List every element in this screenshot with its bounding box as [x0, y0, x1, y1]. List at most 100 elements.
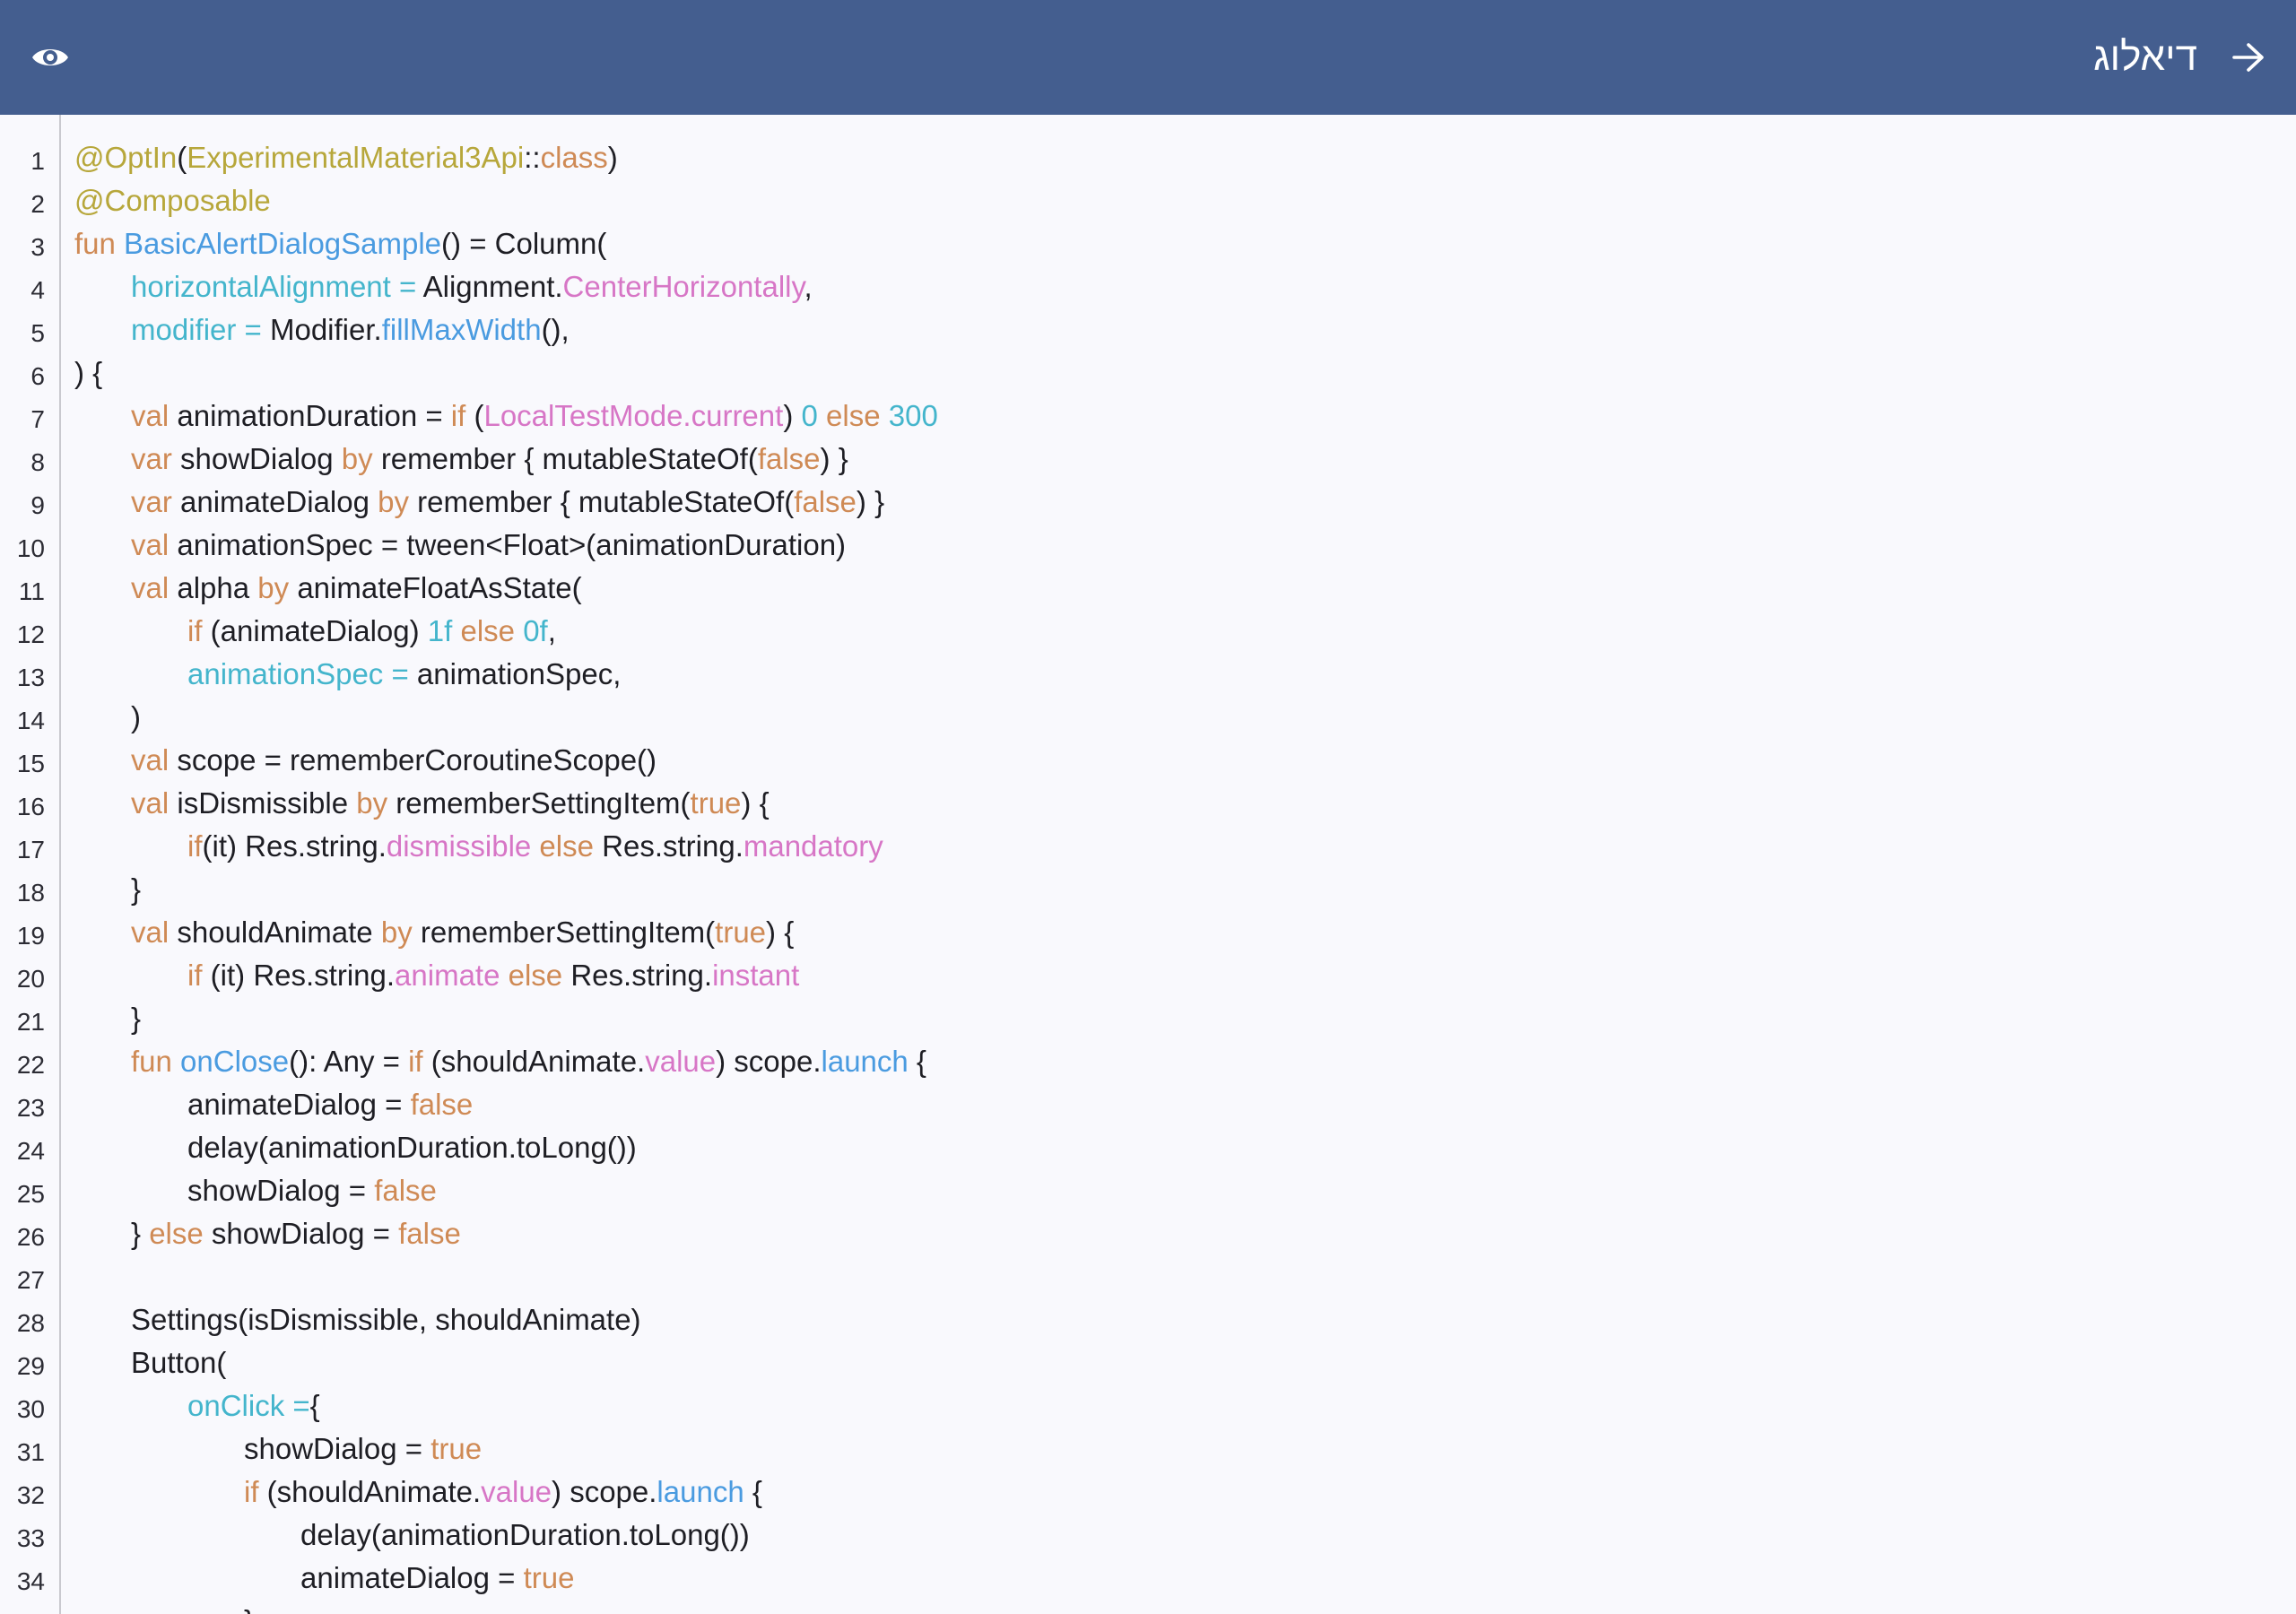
- page-title: דיאלוג: [2093, 35, 2197, 79]
- code-line: 8 var showDialog by remember { mutableSta…: [0, 438, 2296, 481]
- line-number: 13: [16, 664, 45, 691]
- code-text: ) {: [74, 351, 102, 395]
- code-text: showDialog = false: [187, 1169, 437, 1212]
- code-token: onClose: [180, 1045, 290, 1078]
- line-number: 8: [30, 448, 45, 476]
- code-token: dismissible: [386, 829, 540, 863]
- code-token: val: [131, 571, 178, 604]
- line-number: 34: [16, 1567, 45, 1595]
- code-token: val: [131, 399, 178, 432]
- code-token: (shouldAnimate.: [266, 1475, 482, 1508]
- code-token: ,: [804, 270, 813, 303]
- code-text: val alpha by animateFloatAsState(: [131, 567, 582, 610]
- line-number: 18: [16, 879, 45, 907]
- code-line: 1 @OptIn(ExperimentalMaterial3Api::class): [0, 136, 2296, 179]
- code-text: showDialog = true: [244, 1427, 482, 1471]
- line-number: 19: [16, 922, 45, 950]
- code-token: ) {: [74, 356, 103, 389]
- code-text: if (shouldAnimate.value) scope.launch {: [244, 1471, 762, 1514]
- code-token: (shouldAnimate.: [430, 1045, 646, 1078]
- line-number: 21: [16, 1008, 45, 1036]
- code-token: if: [450, 399, 474, 432]
- code-token: by: [356, 786, 396, 820]
- code-token: ): [783, 399, 802, 432]
- code-text: Settings(isDismissible, shouldAnimate): [131, 1298, 641, 1341]
- line-number: 20: [16, 965, 45, 993]
- code-token: false: [374, 1174, 437, 1207]
- code-token: fun: [74, 227, 125, 260]
- code-token: CenterHorizontally: [562, 270, 804, 303]
- code-line: 15 val scope = rememberCoroutineScope(): [0, 739, 2296, 782]
- code-token: @OptIn: [74, 141, 178, 174]
- code-line: 5 modifier = Modifier.fillMaxWidth(),: [0, 308, 2296, 351]
- code-token: animateFloatAsState(: [297, 571, 582, 604]
- code-token: val: [131, 528, 178, 561]
- code-token: }: [131, 1002, 142, 1035]
- eye-icon[interactable]: [23, 32, 77, 82]
- code-token: showDialog: [180, 442, 342, 475]
- code-token: ) }: [856, 485, 885, 518]
- code-token: (: [474, 399, 484, 432]
- code-token: else: [508, 959, 571, 992]
- code-token: val: [131, 915, 178, 949]
- code-token: animateDialog: [180, 485, 378, 518]
- line-number: 10: [16, 534, 45, 562]
- code-text: Button(: [131, 1341, 226, 1384]
- code-text: @Composable: [74, 179, 271, 222]
- code-line: 16 val isDismissible by rememberSettingIt…: [0, 782, 2296, 825]
- code-line: 30 onClick ={: [0, 1384, 2296, 1427]
- code-token: false: [398, 1217, 461, 1250]
- code-token: fillMaxWidth: [381, 313, 542, 346]
- code-line: 31 showDialog = true: [0, 1427, 2296, 1471]
- code-token: (animateDialog): [210, 614, 428, 647]
- code-token: animateDialog =: [187, 1088, 411, 1121]
- code-token: ) scope.: [716, 1045, 822, 1078]
- code-token: ) scope.: [552, 1475, 657, 1508]
- code-token: Alignment.: [422, 270, 563, 303]
- code-text: val isDismissible by rememberSettingItem…: [131, 782, 770, 825]
- code-line: 32 if (shouldAnimate.value) scope.launch …: [0, 1471, 2296, 1514]
- code-token: else: [149, 1217, 212, 1250]
- line-number: 23: [16, 1094, 45, 1122]
- code-text: ): [131, 696, 141, 739]
- code-token: false: [757, 442, 821, 475]
- line-number: 2: [30, 190, 45, 218]
- code-token: horizontalAlignment =: [131, 270, 423, 303]
- code-token: 0: [801, 399, 827, 432]
- code-token: ) }: [820, 442, 848, 475]
- code-token: (),: [541, 313, 570, 346]
- line-number: 25: [16, 1180, 45, 1208]
- code-text: delay(animationDuration.toLong()): [187, 1126, 637, 1169]
- code-token: () = Column(: [441, 227, 607, 260]
- top-app-bar: דיאלוג: [0, 0, 2296, 115]
- code-token: true: [690, 786, 742, 820]
- code-line: 35}: [0, 1600, 2296, 1614]
- line-number: 5: [30, 319, 45, 347]
- code-line: 11 val alpha by animateFloatAsState(: [0, 567, 2296, 610]
- line-number: 6: [30, 362, 45, 390]
- code-token: showDialog =: [187, 1174, 375, 1207]
- code-token: shouldAnimate: [177, 915, 381, 949]
- code-token: instant: [712, 959, 800, 992]
- code-token: LocalTestMode.current: [483, 399, 784, 432]
- code-token: }: [244, 1604, 254, 1614]
- code-text: val shouldAnimate by rememberSettingItem…: [131, 911, 794, 954]
- arrow-right-icon[interactable]: [2219, 29, 2278, 86]
- code-token: (): Any =: [289, 1045, 409, 1078]
- code-token: val: [131, 743, 178, 777]
- code-token: if: [244, 1475, 267, 1508]
- code-token: animate: [395, 959, 509, 992]
- code-text: modifier = Modifier.fillMaxWidth(),: [131, 308, 570, 351]
- code-token: scope = rememberCoroutineScope(): [177, 743, 657, 777]
- code-viewer[interactable]: 1 @OptIn(ExperimentalMaterial3Api::class)…: [0, 115, 2296, 1614]
- line-number: 17: [16, 836, 45, 863]
- line-number: 14: [16, 707, 45, 734]
- code-token: mandatory: [743, 829, 883, 863]
- code-text: }: [131, 868, 141, 911]
- code-token: alpha: [177, 571, 258, 604]
- code-token: }: [131, 872, 142, 906]
- code-token: (it) Res.string.: [210, 959, 396, 992]
- code-text: delay(animationDuration.toLong()): [300, 1514, 750, 1557]
- code-token: if: [187, 959, 211, 992]
- code-text: if (it) Res.string.animate else Res.stri…: [187, 954, 799, 997]
